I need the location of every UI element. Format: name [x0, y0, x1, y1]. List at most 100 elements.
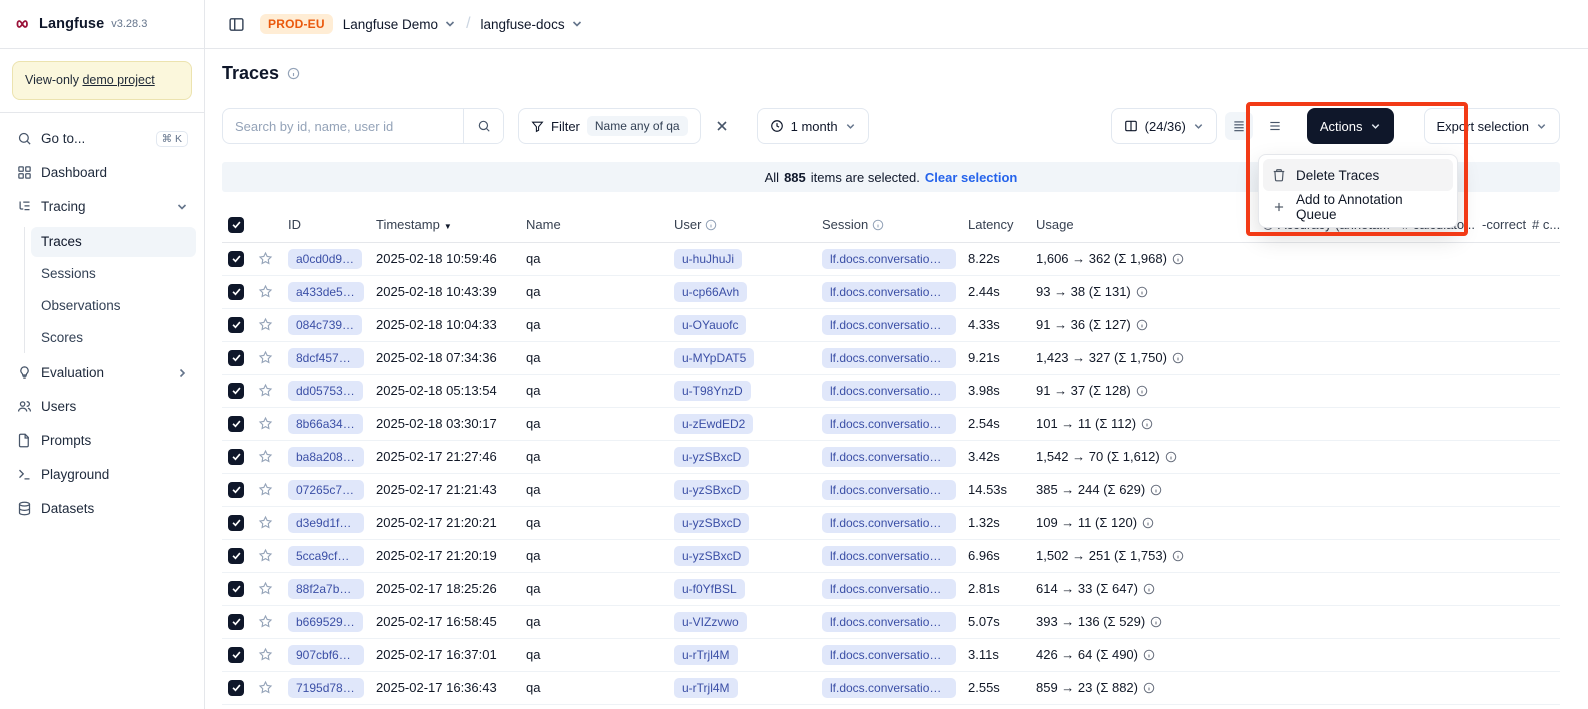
star-icon[interactable]: [258, 581, 276, 596]
info-icon[interactable]: [1150, 484, 1162, 496]
star-icon[interactable]: [258, 449, 276, 464]
trace-id-badge[interactable]: 5cca9cf2…: [288, 546, 364, 566]
column-header-session[interactable]: Session: [816, 208, 962, 242]
info-icon[interactable]: [1172, 253, 1184, 265]
table-row[interactable]: 88f2a7b0… 2025-02-17 18:25:26 qa u-f0YfB…: [222, 572, 1560, 605]
org-selector[interactable]: Langfuse Demo: [343, 17, 456, 32]
session-badge[interactable]: lf.docs.conversation…: [822, 348, 956, 368]
row-height-expanded-button[interactable]: [1261, 112, 1289, 140]
user-badge[interactable]: u-cp66Avh: [674, 282, 747, 302]
star-icon[interactable]: [258, 614, 276, 629]
info-icon[interactable]: [1143, 583, 1155, 595]
trace-id-badge[interactable]: 8dcf4574…: [288, 348, 364, 368]
trace-id-badge[interactable]: ba8a208f…: [288, 447, 364, 467]
star-icon[interactable]: [258, 515, 276, 530]
row-checkbox[interactable]: [228, 284, 244, 300]
table-row[interactable]: a433de51… 2025-02-18 10:43:39 qa u-cp66A…: [222, 275, 1560, 308]
row-checkbox[interactable]: [228, 680, 244, 696]
column-header-correct[interactable]: -correct...: [1476, 208, 1526, 242]
table-row[interactable]: d3e9d1f2… 2025-02-17 21:20:21 qa u-yzSBx…: [222, 506, 1560, 539]
trace-id-badge[interactable]: a433de51…: [288, 282, 364, 302]
table-row[interactable]: ba8a208f… 2025-02-17 21:27:46 qa u-yzSBx…: [222, 440, 1560, 473]
trace-id-badge[interactable]: 7195d78e…: [288, 678, 364, 698]
star-icon[interactable]: [258, 350, 276, 365]
table-row[interactable]: 07265c7a… 2025-02-17 21:21:43 qa u-yzSBx…: [222, 473, 1560, 506]
actions-button[interactable]: Actions: [1307, 108, 1394, 144]
project-selector[interactable]: langfuse-docs: [481, 17, 583, 32]
row-checkbox[interactable]: [228, 350, 244, 366]
user-badge[interactable]: u-huJhuJi: [674, 249, 742, 269]
session-badge[interactable]: lf.docs.conversation…: [822, 282, 956, 302]
row-checkbox[interactable]: [228, 383, 244, 399]
session-badge[interactable]: lf.docs.conversation…: [822, 249, 956, 269]
user-badge[interactable]: u-yzSBxcD: [674, 513, 749, 533]
star-icon[interactable]: [258, 680, 276, 695]
info-icon[interactable]: [1136, 385, 1148, 397]
export-selection-button[interactable]: Export selection: [1424, 108, 1561, 144]
user-badge[interactable]: u-yzSBxcD: [674, 546, 749, 566]
info-icon[interactable]: [1136, 286, 1148, 298]
info-icon[interactable]: [287, 67, 300, 80]
row-checkbox[interactable]: [228, 449, 244, 465]
star-icon[interactable]: [258, 317, 276, 332]
search-submit-button[interactable]: [463, 109, 503, 143]
table-row[interactable]: 907cbf6e… 2025-02-17 16:37:01 qa u-rTrjl…: [222, 638, 1560, 671]
user-badge[interactable]: u-rTrjl4M: [674, 678, 738, 698]
sidebar-item-tracing[interactable]: Tracing: [8, 191, 196, 223]
user-badge[interactable]: u-MYpDAT5: [674, 348, 754, 368]
sidebar-item-evaluation[interactable]: Evaluation: [8, 357, 196, 389]
trace-id-badge[interactable]: 8b66a34…: [288, 414, 363, 434]
user-badge[interactable]: u-zEwdED2: [674, 414, 753, 434]
column-header-partial[interactable]: # c...: [1526, 208, 1560, 242]
session-badge[interactable]: lf.docs.conversation…: [822, 513, 956, 533]
star-icon[interactable]: [258, 416, 276, 431]
user-badge[interactable]: u-yzSBxcD: [674, 480, 749, 500]
trace-id-badge[interactable]: a0cd0d9…: [288, 249, 362, 269]
table-row[interactable]: dd05753… 2025-02-18 05:13:54 qa u-T98Ynz…: [222, 374, 1560, 407]
trace-id-badge[interactable]: b669529…: [288, 612, 363, 632]
star-icon[interactable]: [258, 284, 276, 299]
time-range-selector[interactable]: 1 month: [757, 108, 869, 144]
row-height-compact-button[interactable]: [1225, 112, 1253, 140]
session-badge[interactable]: lf.docs.conversation…: [822, 645, 956, 665]
demo-project-link[interactable]: demo project: [82, 73, 154, 87]
sidebar-item-playground[interactable]: Playground: [8, 459, 196, 491]
row-checkbox[interactable]: [228, 251, 244, 267]
star-icon[interactable]: [258, 548, 276, 563]
sidebar-item-observations[interactable]: Observations: [31, 291, 196, 321]
sidebar-item-traces[interactable]: Traces: [31, 227, 196, 257]
row-checkbox[interactable]: [228, 581, 244, 597]
session-badge[interactable]: lf.docs.conversation…: [822, 678, 956, 698]
session-badge[interactable]: lf.docs.conversation…: [822, 414, 956, 434]
table-row[interactable]: 084c739… 2025-02-18 10:04:33 qa u-OYauof…: [222, 308, 1560, 341]
table-row[interactable]: 8dcf4574… 2025-02-18 07:34:36 qa u-MYpDA…: [222, 341, 1560, 374]
search-input[interactable]: [223, 119, 463, 134]
column-header-id[interactable]: ID: [282, 208, 370, 242]
session-badge[interactable]: lf.docs.conversation…: [822, 381, 956, 401]
sidebar-item-sessions[interactable]: Sessions: [31, 259, 196, 289]
user-badge[interactable]: u-yzSBxcD: [674, 447, 749, 467]
star-icon[interactable]: [258, 482, 276, 497]
column-header-usage[interactable]: Usage: [1030, 208, 1256, 242]
row-checkbox[interactable]: [228, 317, 244, 333]
info-icon[interactable]: [1150, 616, 1162, 628]
filter-button[interactable]: Filter Name any of qa: [518, 108, 701, 144]
column-header-name[interactable]: Name: [520, 208, 668, 242]
session-badge[interactable]: lf.docs.conversation…: [822, 612, 956, 632]
sidebar-item-scores[interactable]: Scores: [31, 323, 196, 353]
table-row[interactable]: a0cd0d9… 2025-02-18 10:59:46 qa u-huJhuJ…: [222, 242, 1560, 275]
row-checkbox[interactable]: [228, 515, 244, 531]
row-checkbox[interactable]: [228, 548, 244, 564]
column-header-timestamp[interactable]: Timestamp▼: [370, 208, 520, 242]
table-row[interactable]: 7195d78e… 2025-02-17 16:36:43 qa u-rTrjl…: [222, 671, 1560, 704]
menu-item-delete-traces[interactable]: Delete Traces: [1263, 159, 1453, 191]
session-badge[interactable]: lf.docs.conversation…: [822, 579, 956, 599]
session-badge[interactable]: lf.docs.conversation…: [822, 447, 956, 467]
info-icon[interactable]: [1141, 418, 1153, 430]
session-badge[interactable]: lf.docs.conversation…: [822, 480, 956, 500]
info-icon[interactable]: [1136, 319, 1148, 331]
table-row[interactable]: 5cca9cf2… 2025-02-17 21:20:19 qa u-yzSBx…: [222, 539, 1560, 572]
info-icon[interactable]: [1172, 352, 1184, 364]
info-icon[interactable]: [1143, 649, 1155, 661]
info-icon[interactable]: [1165, 451, 1177, 463]
